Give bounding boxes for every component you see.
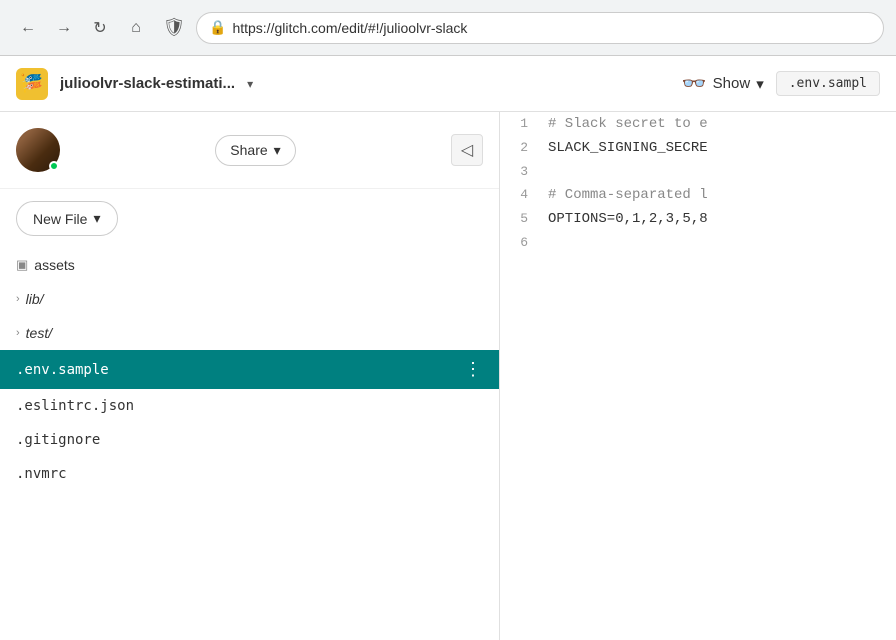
- list-item[interactable]: .nvmrc: [0, 457, 499, 491]
- line-number: 1: [500, 112, 540, 136]
- back-button[interactable]: ←: [12, 12, 44, 44]
- list-item[interactable]: .gitignore: [0, 423, 499, 457]
- list-item[interactable]: › lib/: [0, 282, 499, 316]
- new-file-button[interactable]: New File ▾: [16, 201, 118, 236]
- address-bar[interactable]: 🔒 https://glitch.com/edit/#!/julioolvr-s…: [196, 12, 884, 44]
- file-name: .eslintrc.json: [16, 398, 483, 414]
- sidebar-actions: New File ▾: [0, 189, 499, 248]
- line-number: 5: [500, 207, 540, 231]
- show-button[interactable]: 👓 Show ▾: [682, 71, 764, 96]
- title-dropdown-icon[interactable]: ▾: [247, 77, 253, 91]
- chevron-icon: ›: [16, 293, 20, 305]
- url-text: https://glitch.com/edit/#!/julioolvr-sla…: [232, 20, 467, 36]
- list-item[interactable]: › test/: [0, 316, 499, 350]
- line-code: OPTIONS=0,1,2,3,5,8: [540, 207, 896, 231]
- file-name: .nvmrc: [16, 466, 483, 482]
- file-name: .gitignore: [16, 432, 483, 448]
- share-label: Share: [230, 142, 267, 158]
- app-header: 🎏 julioolvr-slack-estimati... ▾ 👓 Show ▾…: [0, 56, 896, 112]
- file-name: assets: [34, 257, 483, 273]
- lock-icon: 🔒: [209, 19, 226, 36]
- code-content: 1 # Slack secret to e 2 SLACK_SIGNING_SE…: [500, 112, 896, 254]
- share-button[interactable]: Share ▾: [215, 135, 295, 166]
- collapse-sidebar-button[interactable]: ◁: [451, 134, 483, 166]
- chevron-icon: ›: [16, 327, 20, 339]
- code-line: 3: [500, 160, 896, 183]
- app-title: julioolvr-slack-estimati...: [60, 75, 235, 92]
- show-label: Show: [713, 75, 751, 92]
- glasses-icon: 👓: [682, 71, 707, 96]
- file-name: lib/: [26, 291, 483, 307]
- list-item[interactable]: ▣ assets: [0, 248, 499, 282]
- line-code: [540, 160, 896, 183]
- line-code: SLACK_SIGNING_SECRE: [540, 136, 896, 160]
- shield-icon: 🛡: [160, 14, 188, 42]
- env-tab[interactable]: .env.sampl: [776, 71, 880, 96]
- code-line: 5 OPTIONS=0,1,2,3,5,8: [500, 207, 896, 231]
- logo-emoji: 🎏: [21, 73, 43, 94]
- share-dropdown-icon: ▾: [274, 142, 281, 159]
- code-line: 6: [500, 231, 896, 254]
- reload-button[interactable]: ↻: [84, 12, 116, 44]
- list-item[interactable]: .env.sample ⋮: [0, 350, 499, 389]
- code-line: 1 # Slack secret to e: [500, 112, 896, 136]
- line-number: 2: [500, 136, 540, 160]
- code-line: 2 SLACK_SIGNING_SECRE: [500, 136, 896, 160]
- line-number: 4: [500, 183, 540, 207]
- code-line: 4 # Comma-separated l: [500, 183, 896, 207]
- file-options-icon[interactable]: ⋮: [464, 359, 483, 380]
- forward-button[interactable]: →: [48, 12, 80, 44]
- new-file-label: New File: [33, 211, 87, 227]
- file-list: ▣ assets › lib/ › test/ .env.sample ⋮ .e…: [0, 248, 499, 640]
- new-file-dropdown-icon: ▾: [93, 210, 100, 227]
- home-button[interactable]: ⌂: [120, 12, 152, 44]
- collapse-icon: ◁: [461, 140, 473, 160]
- line-code: # Comma-separated l: [540, 183, 896, 207]
- avatar-wrapper: [16, 128, 60, 172]
- file-name: .env.sample: [16, 362, 458, 378]
- line-number: 6: [500, 231, 540, 254]
- line-code: [540, 231, 896, 254]
- file-name: test/: [26, 325, 483, 341]
- line-code: # Slack secret to e: [540, 112, 896, 136]
- app-logo: 🎏: [16, 68, 48, 100]
- nav-buttons: ← → ↻ ⌂: [12, 12, 152, 44]
- show-dropdown-icon: ▾: [756, 75, 764, 93]
- asset-icon: ▣: [16, 257, 28, 273]
- browser-chrome: ← → ↻ ⌂ 🛡 🔒 https://glitch.com/edit/#!/j…: [0, 0, 896, 56]
- sidebar: Share ▾ ◁ New File ▾ ▣ assets › lib/: [0, 112, 500, 640]
- line-number: 3: [500, 160, 540, 183]
- online-status-dot: [49, 161, 59, 171]
- main-layout: Share ▾ ◁ New File ▾ ▣ assets › lib/: [0, 112, 896, 640]
- code-panel[interactable]: 1 # Slack secret to e 2 SLACK_SIGNING_SE…: [500, 112, 896, 640]
- list-item[interactable]: .eslintrc.json: [0, 389, 499, 423]
- sidebar-top: Share ▾ ◁: [0, 112, 499, 189]
